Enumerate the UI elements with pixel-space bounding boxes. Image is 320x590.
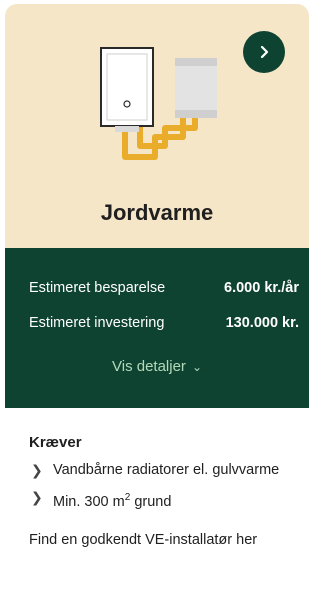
stat-value: 130.000 kr. (225, 315, 299, 331)
next-button[interactable] (243, 31, 285, 73)
stat-label: Estimeret investering (29, 315, 165, 331)
chevron-right-icon: ❯ (31, 489, 43, 505)
heat-pump-illustration (100, 47, 217, 160)
requirements-title: Kræver (29, 434, 82, 451)
list-item: ❯ Min. 300 m2 grund (29, 488, 285, 512)
requirements-list: ❯ Vandbårne radiatorer el. gulvvarme ❯ M… (29, 461, 285, 512)
chevron-down-icon: ⌄ (191, 360, 202, 374)
requirement-text: Min. 300 m2 grund (53, 492, 172, 510)
stat-row-investment: Estimeret investering 130.000 kr. (29, 315, 299, 331)
stat-label: Estimeret besparelse (29, 280, 166, 296)
requirement-text: Vandbårne radiatorer el. gulvvarme (53, 462, 280, 478)
chevron-right-icon: ❯ (31, 462, 43, 478)
card-title: Jordvarme (100, 200, 214, 225)
stat-row-savings: Estimeret besparelse 6.000 kr./år (29, 280, 299, 296)
requirements-section: Kræver ❯ Vandbårne radiatorer el. gulvva… (5, 408, 309, 548)
show-details-label: Vis detaljer (112, 358, 186, 375)
heat-option-card: Jordvarme Estimeret besparelse 6.000 kr.… (5, 4, 309, 586)
find-installer-link[interactable]: Find en godkendt VE-installatør her (29, 532, 285, 548)
stats-panel: Estimeret besparelse 6.000 kr./år Estime… (5, 248, 309, 408)
stat-value: 6.000 kr./år (224, 280, 299, 296)
show-details-link[interactable]: Vis detaljer ⌄ (5, 358, 309, 375)
chevron-right-icon (260, 45, 269, 59)
list-item: ❯ Vandbårne radiatorer el. gulvvarme (29, 461, 285, 480)
card-hero: Jordvarme (5, 4, 309, 248)
